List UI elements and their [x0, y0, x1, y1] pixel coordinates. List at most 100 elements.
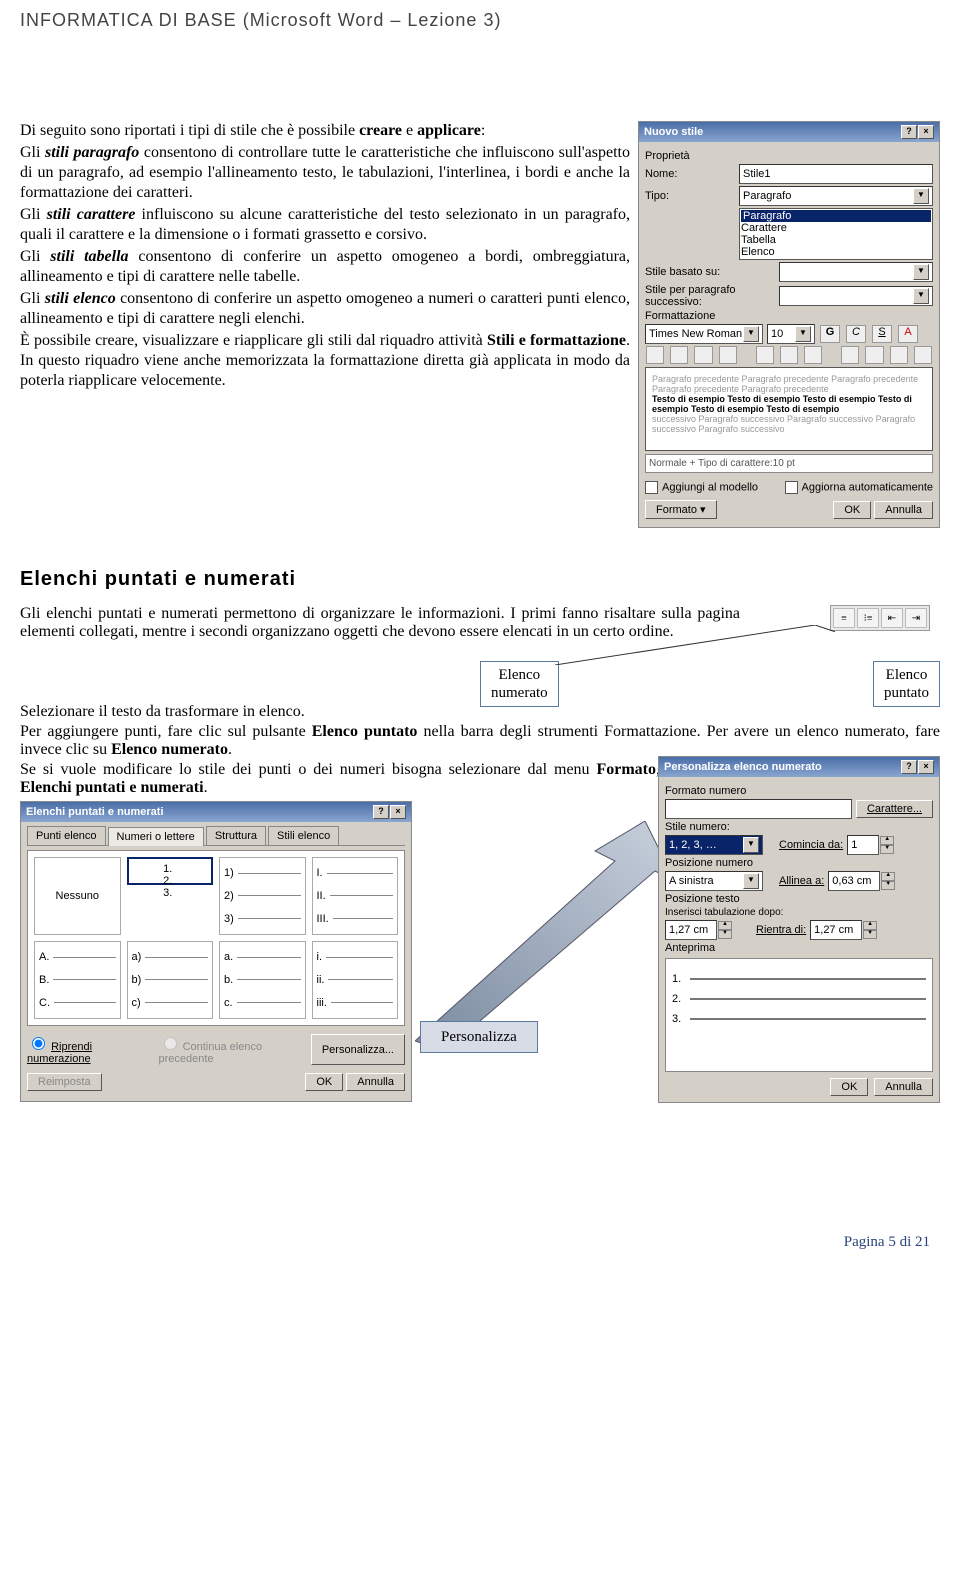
tab-dopo-label: Inserisci tabulazione dopo:: [665, 907, 933, 918]
elenchi-title: Elenchi puntati e numerati: [26, 806, 164, 818]
arrow-icon: [415, 821, 675, 1051]
pers-title: Personalizza elenco numerato: [664, 761, 822, 773]
tab-punti[interactable]: Punti elenco: [27, 826, 106, 845]
cell-5[interactable]: a)b)c): [127, 941, 214, 1019]
window-buttons: ?×: [900, 125, 934, 139]
outdent-icon[interactable]: [890, 346, 908, 364]
allinea-input[interactable]: [828, 871, 880, 891]
italic-button[interactable]: C: [846, 325, 866, 343]
font-color-button[interactable]: A: [898, 325, 918, 343]
tab-stili[interactable]: Stili elenco: [268, 826, 339, 845]
posizione-numero-label: Posizione numero: [665, 857, 933, 869]
carattere-button[interactable]: Carattere...: [856, 800, 933, 818]
tipo-select[interactable]: Paragrafo▼: [739, 186, 933, 206]
ok-button[interactable]: OK: [833, 501, 871, 519]
nome-label: Nome:: [645, 168, 735, 180]
annulla-button[interactable]: Annulla: [346, 1073, 405, 1091]
add-template-checkbox[interactable]: [645, 481, 658, 494]
align-justify-icon[interactable]: [719, 346, 737, 364]
numbered-list-icon[interactable]: ≡: [833, 608, 855, 628]
comincia-input[interactable]: [847, 835, 879, 855]
line-spacing-1-icon[interactable]: [756, 346, 774, 364]
cell-3[interactable]: I.II.III.: [312, 857, 399, 935]
tab-numeri[interactable]: Numeri o lettere: [108, 827, 204, 846]
formato-numero-label: Formato numero: [665, 785, 933, 797]
posizione-select[interactable]: A sinistra▼: [665, 871, 763, 891]
bold-button[interactable]: G: [820, 325, 840, 343]
close-icon[interactable]: ×: [918, 760, 934, 774]
section-heading: Elenchi puntati e numerati: [20, 568, 940, 591]
basato-label: Stile basato su:: [645, 266, 775, 278]
props-label: Proprietà: [645, 150, 933, 162]
font-select[interactable]: Times New Roman▼: [645, 324, 763, 344]
cell-1[interactable]: 1.2.3.: [127, 857, 214, 885]
anteprima-box: 1. 2. 3.: [665, 958, 933, 1072]
close-icon[interactable]: ×: [918, 125, 934, 139]
tag-elenco-puntato: Elencopuntato: [873, 661, 940, 707]
elenchi-dialog: Elenchi puntati e numerati ?× Punti elen…: [20, 801, 412, 1102]
rientra-label: Rientra di:: [756, 924, 806, 936]
close-icon[interactable]: ×: [390, 805, 406, 819]
help-icon[interactable]: ?: [901, 125, 917, 139]
radio-riprendi[interactable]: [32, 1037, 45, 1050]
formato-button[interactable]: Formato ▾: [645, 500, 717, 519]
section2-p3: Per aggiungere punti, fare clic sul puls…: [20, 723, 940, 759]
line-spacing-15-icon[interactable]: [780, 346, 798, 364]
help-icon[interactable]: ?: [373, 805, 389, 819]
basato-select[interactable]: ▼: [779, 262, 933, 282]
formato-numero-input[interactable]: [665, 799, 852, 819]
align-center-icon[interactable]: [670, 346, 688, 364]
rientra-input[interactable]: [810, 920, 862, 940]
ok-button[interactable]: OK: [830, 1078, 868, 1096]
indent-inc-icon[interactable]: [865, 346, 883, 364]
personalizza-button[interactable]: Personalizza...: [311, 1034, 405, 1065]
stile-numero-label: Stile numero:: [665, 821, 735, 833]
page-header: INFORMATICA DI BASE (Microsoft Word – Le…: [20, 0, 940, 121]
cell-7[interactable]: i.ii.iii.: [312, 941, 399, 1019]
radio-continua: [164, 1037, 177, 1050]
decrease-indent-icon[interactable]: ⇤: [881, 608, 903, 628]
cell-4[interactable]: A.B.C.: [34, 941, 121, 1019]
annulla-button[interactable]: Annulla: [874, 501, 933, 519]
help-icon[interactable]: ?: [901, 760, 917, 774]
annulla-button[interactable]: Annulla: [874, 1078, 933, 1096]
succ-select[interactable]: ▼: [779, 286, 933, 306]
opt-carattere[interactable]: Carattere: [741, 222, 931, 234]
personalizza-dialog: Personalizza elenco numerato ?× Formato …: [658, 756, 940, 1103]
size-select[interactable]: 10▼: [767, 324, 815, 344]
preview-area: Paragrafo precedente Paragrafo precedent…: [645, 367, 933, 451]
style-grid: Nessuno 1.2.3. 1)2)3) I.II.III. A.B.C. a…: [27, 850, 405, 1026]
align-left-icon[interactable]: [646, 346, 664, 364]
anteprima-label: Anteprima: [665, 942, 933, 954]
align-right-icon[interactable]: [694, 346, 712, 364]
pointer-lines: [555, 625, 835, 665]
form-label: Formattazione: [645, 310, 933, 322]
intro-text: Di seguito sono riportati i tipi di stil…: [20, 121, 630, 528]
comincia-label: Comincia da:: [779, 839, 843, 851]
cell-2[interactable]: 1)2)3): [219, 857, 306, 935]
reimposta-button: Reimposta: [27, 1073, 102, 1091]
cell-6[interactable]: a.b.c.: [219, 941, 306, 1019]
underline-button[interactable]: S: [872, 325, 892, 343]
opt-paragrafo[interactable]: Paragrafo: [741, 210, 931, 222]
tag-elenco-numerato: Elenconumerato: [480, 661, 559, 707]
line-spacing-2-icon[interactable]: [804, 346, 822, 364]
tab-struttura[interactable]: Struttura: [206, 826, 266, 845]
nuovo-stile-dialog: Nuovo stile ?× Proprietà Nome: Tipo:Para…: [638, 121, 940, 528]
increase-indent-icon[interactable]: ⇥: [905, 608, 927, 628]
opt-tabella[interactable]: Tabella: [741, 234, 931, 246]
dialog-title: Nuovo stile: [644, 126, 703, 138]
opt-elenco[interactable]: Elenco: [741, 246, 931, 258]
nome-input[interactable]: [739, 164, 933, 184]
cell-nessuno[interactable]: Nessuno: [34, 857, 121, 935]
succ-label: Stile per paragrafo successivo:: [645, 284, 775, 308]
ok-button[interactable]: OK: [305, 1073, 343, 1091]
list-toolbar: ≡ ⁝≡ ⇤ ⇥: [830, 605, 930, 631]
indent-icon[interactable]: [914, 346, 932, 364]
bulleted-list-icon[interactable]: ⁝≡: [857, 608, 879, 628]
indent-dec-icon[interactable]: [841, 346, 859, 364]
auto-update-checkbox[interactable]: [785, 481, 798, 494]
posizione-testo-label: Posizione testo: [665, 893, 933, 905]
tab-dopo-input[interactable]: [665, 920, 717, 940]
stile-numero-select[interactable]: 1, 2, 3, …▼: [665, 835, 763, 855]
